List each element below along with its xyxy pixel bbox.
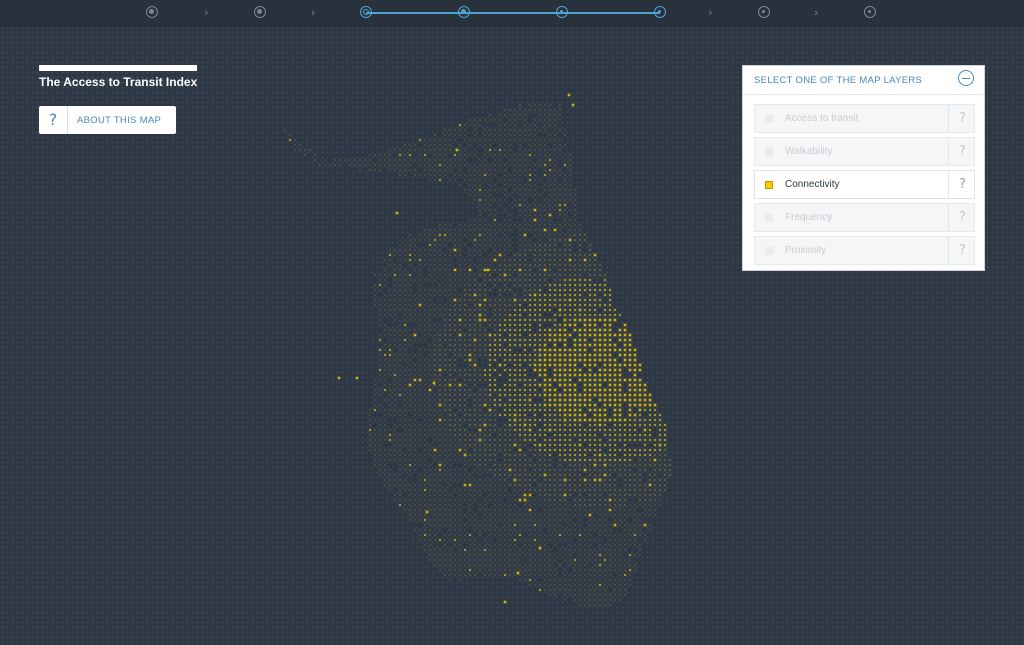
minus-circle-icon[interactable] — [958, 70, 974, 86]
layer-checkbox[interactable] — [765, 247, 773, 255]
layer-option-connectivity[interactable]: Connectivity ? — [754, 170, 975, 199]
layer-checkbox[interactable] — [765, 214, 773, 222]
question-icon[interactable]: ? — [948, 138, 976, 165]
layer-option-proximity[interactable]: Proximity ? — [754, 236, 975, 265]
step-6-button[interactable] — [654, 6, 666, 18]
layer-option-walkability[interactable]: Walkability ? — [754, 137, 975, 166]
layer-checkbox[interactable] — [765, 148, 773, 156]
about-this-map-label: ABOUT THIS MAP — [77, 115, 162, 126]
question-icon[interactable]: ? — [948, 204, 976, 231]
layer-option-frequency[interactable]: Frequency ? — [754, 203, 975, 232]
layer-label: Frequency — [785, 212, 833, 223]
layer-checkbox-selected[interactable] — [765, 181, 773, 189]
chevron-right-icon: › — [311, 6, 316, 19]
layer-option-access-to-transit[interactable]: Access to transit ? — [754, 104, 975, 133]
question-icon: ? — [39, 106, 68, 134]
about-this-map-button[interactable]: ? ABOUT THIS MAP — [39, 106, 176, 134]
step-5-button[interactable] — [556, 6, 568, 18]
layer-label: Walkability — [785, 146, 833, 157]
layer-label: Connectivity — [785, 179, 840, 190]
chevron-right-icon: › — [814, 6, 819, 19]
page-title: The Access to Transit Index — [39, 75, 198, 89]
step-7-button[interactable] — [758, 6, 770, 18]
title-accent-bar — [39, 65, 197, 71]
layer-label: Access to transit — [785, 113, 859, 124]
map-layer-panel: SELECT ONE OF THE MAP LAYERS Access to t… — [742, 65, 985, 271]
chevron-right-icon: › — [204, 6, 209, 19]
question-icon[interactable]: ? — [948, 105, 976, 132]
panel-title: SELECT ONE OF THE MAP LAYERS — [754, 75, 923, 86]
chevron-right-icon: › — [708, 6, 713, 19]
layer-label: Proximity — [785, 245, 827, 256]
step-4-button[interactable] — [458, 6, 470, 18]
step-navigation: › › › › — [0, 0, 1024, 27]
question-icon[interactable]: ? — [948, 237, 976, 264]
panel-header: SELECT ONE OF THE MAP LAYERS — [743, 66, 984, 95]
step-progress-line — [366, 12, 660, 14]
step-3-button[interactable] — [360, 6, 372, 18]
step-2-button[interactable] — [254, 6, 266, 18]
step-8-button[interactable] — [864, 6, 876, 18]
step-1-button[interactable] — [146, 6, 158, 18]
layer-checkbox[interactable] — [765, 115, 773, 123]
question-icon[interactable]: ? — [948, 171, 976, 198]
